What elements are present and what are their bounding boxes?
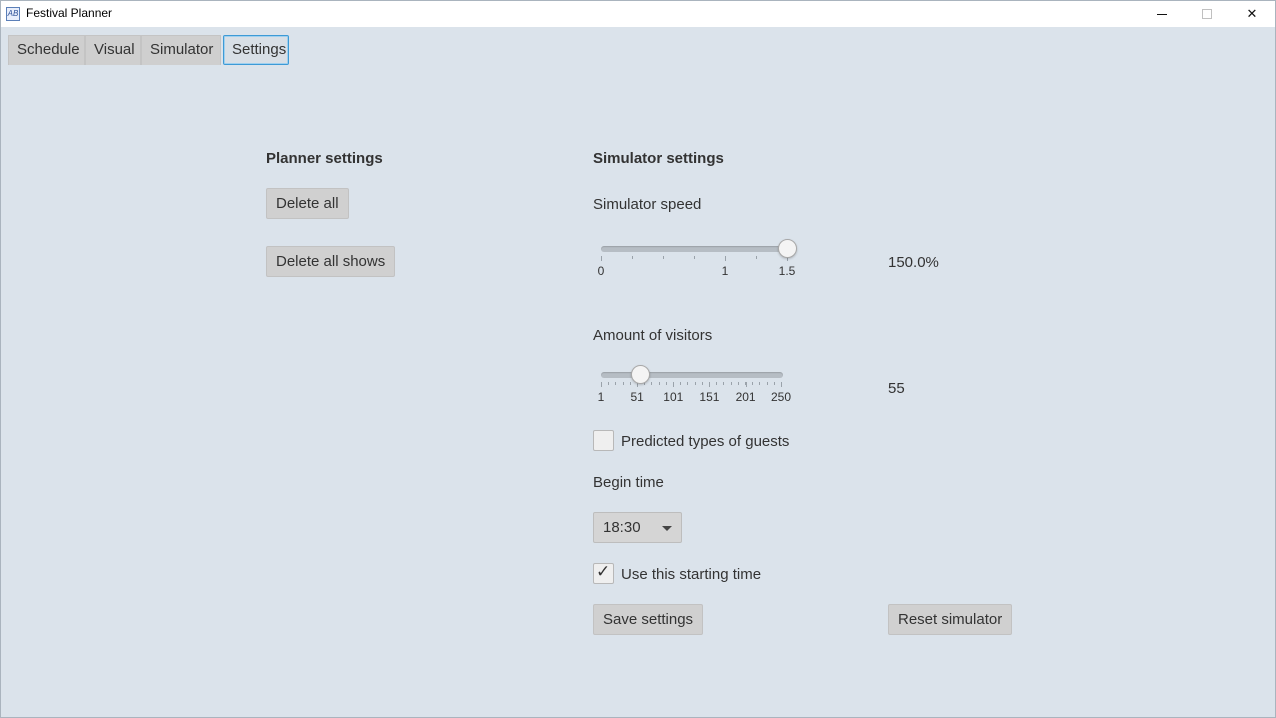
slider-minor-tick — [756, 256, 757, 259]
slider-minor-tick — [622, 382, 624, 385]
simulator-speed-slider[interactable]: 0 1 1.5 — [597, 239, 797, 279]
slider-thumb[interactable] — [778, 239, 797, 258]
slider-minor-tick — [615, 382, 617, 385]
slider-minor-tick — [737, 382, 739, 385]
use-starting-time-checkbox[interactable]: ✓ — [593, 562, 614, 584]
slider-minor-tick — [658, 382, 660, 385]
slider-track — [601, 246, 787, 252]
slider-minor-tick — [694, 382, 696, 385]
tab-visual[interactable]: Visual — [85, 35, 141, 65]
visitors-tick-label: 201 — [735, 390, 756, 404]
chevron-down-icon — [662, 526, 672, 531]
predicted-guests-label: Predicted types of guests — [621, 433, 790, 450]
begin-time-value: 18:30 — [603, 519, 641, 536]
save-settings-button[interactable]: Save settings — [593, 604, 704, 635]
slider-minor-tick — [716, 382, 718, 385]
slider-major-tick — [601, 256, 602, 261]
slider-track — [601, 372, 783, 378]
slider-major-tick — [725, 256, 726, 261]
slider-major-tick — [745, 382, 747, 387]
slider-minor-tick — [759, 382, 761, 385]
visitors-label: Amount of visitors — [593, 327, 713, 344]
title-bar: AB Festival Planner ✕ — [1, 1, 1275, 27]
slider-major-tick — [673, 382, 675, 387]
slider-minor-tick — [752, 382, 754, 385]
slider-minor-tick — [694, 256, 695, 259]
simulator-settings-title: Simulator settings — [593, 150, 724, 167]
speed-tick-label: 1 — [721, 264, 729, 278]
close-icon: ✕ — [1246, 6, 1258, 21]
simulator-speed-value: 150.0% — [888, 254, 939, 271]
slider-minor-tick — [701, 382, 703, 385]
slider-minor-tick — [665, 382, 667, 385]
slider-minor-tick — [773, 382, 775, 385]
slider-major-tick — [601, 382, 602, 387]
simulator-speed-label: Simulator speed — [593, 196, 702, 213]
visitors-slider[interactable]: 1 51 101 151 201 250 — [597, 365, 791, 405]
visitors-tick-label: 250 — [770, 390, 792, 404]
planner-settings-title: Planner settings — [266, 150, 383, 167]
minimize-icon — [1157, 14, 1167, 15]
visitors-tick-label: 101 — [663, 390, 684, 404]
slider-minor-tick — [680, 382, 682, 385]
maximize-icon — [1202, 9, 1212, 19]
visitors-tick-label: 151 — [699, 390, 720, 404]
app-window: AB Festival Planner ✕ Schedule Visual Si… — [0, 0, 1276, 718]
visitors-tick-label: 1 — [597, 390, 605, 404]
slider-minor-tick — [687, 382, 689, 385]
begin-time-select[interactable]: 18:30 — [593, 512, 682, 543]
slider-minor-tick — [723, 382, 725, 385]
visitors-value: 55 — [888, 380, 905, 397]
visitors-tick-label: 51 — [630, 390, 644, 404]
app-icon: AB — [6, 7, 20, 21]
window-title: Festival Planner — [26, 6, 113, 20]
delete-all-button[interactable]: Delete all — [266, 188, 349, 219]
checkmark-icon: ✓ — [596, 562, 611, 581]
slider-minor-tick — [651, 382, 653, 385]
close-button[interactable]: ✕ — [1229, 1, 1275, 27]
delete-all-shows-button[interactable]: Delete all shows — [266, 246, 396, 277]
predicted-guests-checkbox[interactable] — [593, 430, 614, 451]
maximize-button[interactable] — [1184, 1, 1230, 27]
slider-thumb[interactable] — [631, 365, 651, 384]
slider-minor-tick — [730, 382, 732, 385]
slider-minor-tick — [663, 256, 664, 259]
speed-tick-label: 1.5 — [778, 264, 796, 278]
begin-time-label: Begin time — [593, 474, 664, 491]
tab-settings[interactable]: Settings — [223, 35, 289, 65]
minimize-button[interactable] — [1139, 1, 1185, 27]
slider-minor-tick — [608, 382, 610, 385]
tab-schedule[interactable]: Schedule — [8, 35, 85, 65]
slider-major-tick — [781, 382, 782, 387]
tab-simulator[interactable]: Simulator — [141, 35, 221, 65]
slider-minor-tick — [766, 382, 768, 385]
slider-major-tick — [709, 382, 711, 387]
slider-minor-tick — [632, 256, 633, 259]
reset-simulator-button[interactable]: Reset simulator — [888, 604, 1013, 635]
use-starting-time-label: Use this starting time — [621, 566, 762, 583]
speed-tick-label: 0 — [597, 264, 605, 278]
slider-minor-tick — [629, 382, 631, 385]
